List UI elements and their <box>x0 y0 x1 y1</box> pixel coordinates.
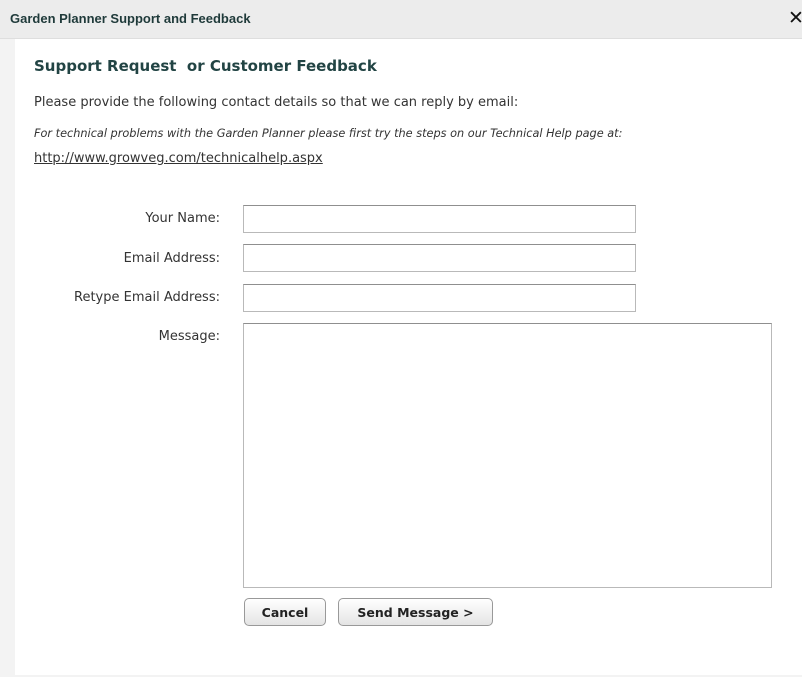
technical-help-link[interactable]: http://www.growveg.com/technicalhelp.asp… <box>34 151 323 166</box>
form-heading: Support Request or Customer Feedback <box>34 57 377 75</box>
message-label: Message: <box>158 329 220 344</box>
cancel-button[interactable]: Cancel <box>244 598 326 626</box>
email-input[interactable] <box>243 244 636 272</box>
send-message-button[interactable]: Send Message > <box>338 598 493 626</box>
name-label: Your Name: <box>145 211 220 226</box>
support-form: Support Request or Customer Feedback Ple… <box>15 39 802 675</box>
close-icon[interactable]: ✕ <box>788 6 802 30</box>
dialog-title: Garden Planner Support and Feedback <box>10 11 251 26</box>
message-textarea[interactable] <box>243 323 772 588</box>
name-input[interactable] <box>243 205 636 233</box>
retype-email-input[interactable] <box>243 284 636 312</box>
email-label: Email Address: <box>123 251 220 266</box>
technical-help-note: For technical problems with the Garden P… <box>34 127 623 140</box>
dialog-titlebar: Garden Planner Support and Feedback ✕ <box>0 0 802 39</box>
retype-email-label: Retype Email Address: <box>74 290 220 305</box>
intro-text: Please provide the following contact det… <box>34 95 519 110</box>
